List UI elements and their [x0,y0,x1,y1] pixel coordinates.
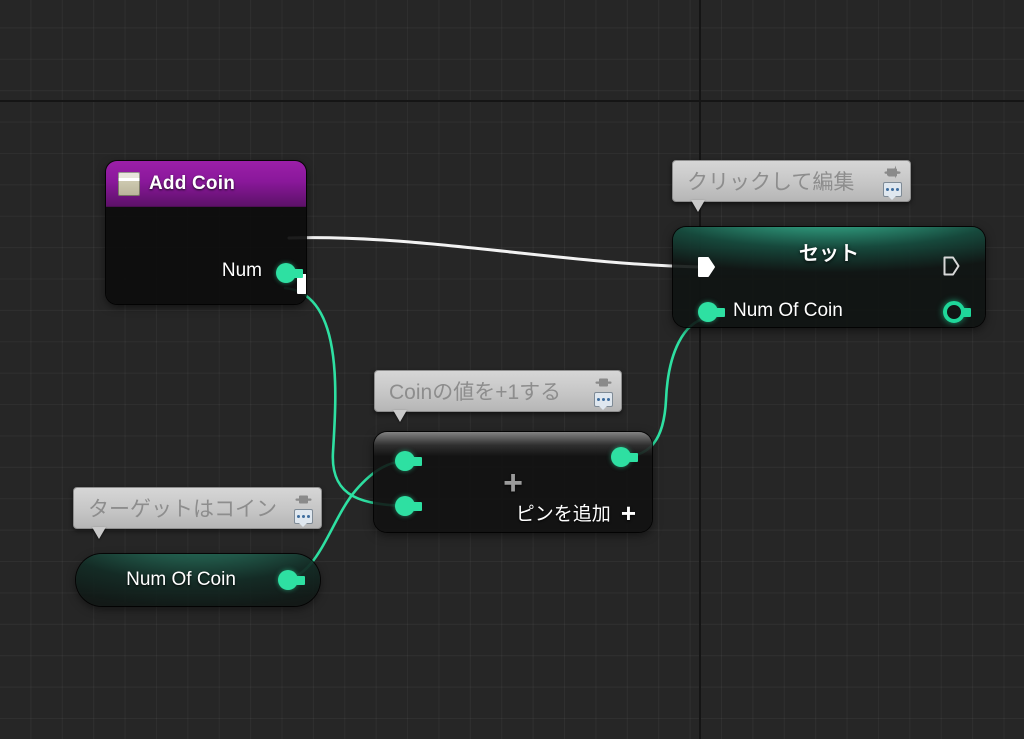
data-pin-dot-icon [395,451,415,471]
exec-arrow-outline-icon [943,256,960,276]
data-pin-dot-icon [276,263,296,283]
comment-text: クリックして編集 [687,171,855,194]
exec-wire-addcoin-to-set [287,236,702,269]
comment-bubble-getter[interactable]: ターゲットはコイン [73,487,322,539]
variable-label: Num Of Coin [126,569,236,590]
comment-bubble-controls[interactable] [591,375,615,410]
data-pin-tail-icon [413,457,422,466]
exec-arrow-icon [698,257,715,277]
data-pin-dot-icon [698,302,718,322]
comment-tail [393,410,407,422]
node-header[interactable]: Add Coin [106,161,306,207]
comment-bubble-icon[interactable] [293,509,313,527]
node-body: Num [106,207,306,304]
data-output-pin-num-of-coin[interactable] [278,570,305,590]
add-pin-label: ピンを追加 [515,504,611,525]
data-pin-tail-icon [413,502,422,511]
node-num-of-coin-getter[interactable]: Num Of Coin [76,554,320,606]
exec-input-pin[interactable] [697,256,716,283]
grid-major-horizontal [0,100,1024,102]
data-pin-tail-icon [294,269,303,278]
data-input-pin-num-of-coin[interactable] [698,302,725,322]
data-pin-dot-icon [395,496,415,516]
comment-bubble-set[interactable]: クリックして編集 [672,160,911,212]
comment-bubble-controls[interactable] [880,165,904,200]
pin-label-num: Num [221,260,262,281]
comment-tail [691,200,705,212]
node-title: Add Coin [149,172,236,194]
pushpin-icon[interactable] [595,375,612,390]
node-body: + ピンを追加 + [374,456,652,532]
comment-bubble-add[interactable]: Coinの値を+1する [374,370,622,422]
grid-major-vertical [699,0,701,739]
pushpin-icon[interactable] [295,492,312,507]
comment-text: Coinの値を+1する [389,381,562,404]
operator-plus-label: + [503,464,523,502]
node-body: Num Of Coin [673,275,985,327]
node-add-coin-event[interactable]: Add Coin Num [106,161,306,304]
blueprint-graph-canvas[interactable]: Add Coin Num セット Num Of Coin + ピンを追加 + N… [0,0,1024,739]
pin-label-num-of-coin: Num Of Coin [733,300,843,321]
data-output-pin-result[interactable] [611,447,638,467]
data-output-pin-value[interactable] [943,301,971,323]
data-output-pin-num[interactable] [276,263,303,283]
data-input-pin-a[interactable] [395,451,422,471]
data-pin-dot-icon [611,447,631,467]
node-set[interactable]: セット Num Of Coin [673,227,985,327]
add-pin-button[interactable]: ピンを追加 + [516,499,636,526]
plus-icon: + [620,497,636,528]
function-icon [118,171,140,196]
exec-output-pin[interactable] [942,255,961,282]
comment-bubble-controls[interactable] [291,492,315,527]
data-pin-tail-icon [962,308,971,317]
node-add[interactable]: + ピンを追加 + [374,432,652,532]
pushpin-icon[interactable] [884,165,901,180]
data-input-pin-b[interactable] [395,496,422,516]
data-pin-tail-icon [716,308,725,317]
comment-text: ターゲットはコイン [88,498,277,521]
node-title: セット [799,242,859,265]
comment-tail [92,527,106,539]
data-pin-tail-icon [629,453,638,462]
comment-bubble-icon[interactable] [593,392,613,410]
data-pin-tail-icon [296,576,305,585]
data-pin-dot-icon [278,570,298,590]
node-header[interactable]: セット [673,227,985,275]
comment-bubble-icon[interactable] [882,182,902,200]
